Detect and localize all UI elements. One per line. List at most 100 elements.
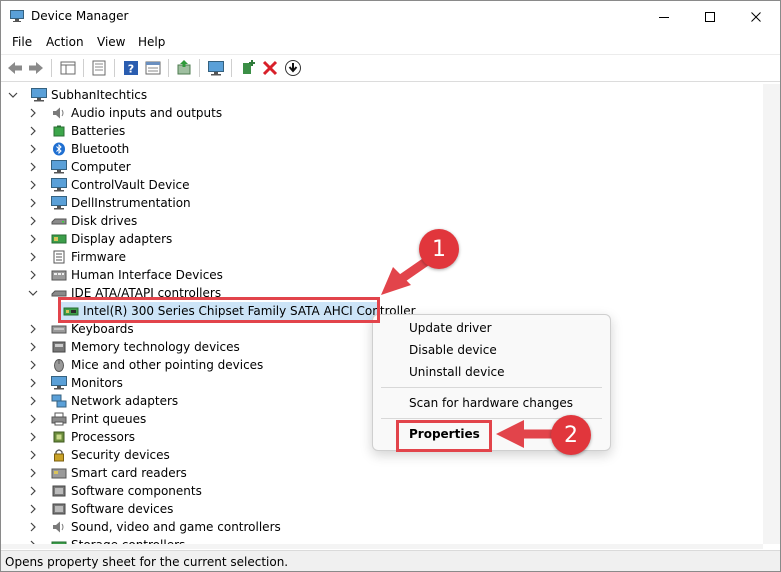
- chevron-right-icon: [30, 342, 36, 352]
- toolbar-separator: [114, 59, 115, 77]
- forward-arrow-icon[interactable]: [27, 59, 45, 77]
- toolbar-separator: [199, 59, 200, 77]
- battery-icon: [53, 125, 65, 137]
- tree-item-label: Print queues: [71, 412, 147, 426]
- menu-item-disable-device[interactable]: Disable device: [409, 343, 497, 357]
- chevron-right-icon: [30, 432, 36, 442]
- monitor-icon: [51, 196, 67, 210]
- menu-help[interactable]: Help: [138, 35, 165, 49]
- tree-item-software-devices[interactable]: Software devices: [27, 500, 173, 518]
- tree-item-sound-video[interactable]: Sound, video and game controllers: [27, 518, 281, 536]
- chevron-right-icon: [30, 468, 36, 478]
- chevron-right-icon: [30, 450, 36, 460]
- monitor-icon: [51, 376, 67, 390]
- tree-item-storage-controllers[interactable]: Storage controllers: [27, 536, 185, 544]
- menu-separator: [381, 387, 602, 388]
- vertical-scrollbar[interactable]: [763, 84, 780, 544]
- tree-item-label: Software components: [71, 484, 202, 498]
- tree-item-bluetooth[interactable]: Bluetooth: [27, 140, 129, 158]
- chevron-right-icon: [30, 486, 36, 496]
- toolbar-separator: [51, 59, 52, 77]
- tree-item-label: Bluetooth: [71, 142, 130, 156]
- minimize-button[interactable]: [641, 1, 687, 32]
- display-adapter-icon: [51, 234, 67, 244]
- chevron-right-icon: [30, 198, 36, 208]
- tree-item-label: Computer: [71, 160, 131, 174]
- tree-item-firmware[interactable]: Firmware: [27, 248, 126, 266]
- chevron-right-icon: [30, 126, 36, 136]
- tree-item-audio[interactable]: Audio inputs and outputs: [27, 104, 222, 122]
- bluetooth-icon: [53, 142, 65, 156]
- tree-item-hid[interactable]: Human Interface Devices: [27, 266, 223, 284]
- monitor-icon: [51, 178, 67, 192]
- toolbar-separator: [231, 59, 232, 77]
- tree-item-label: Software devices: [71, 502, 174, 516]
- scan-hardware-icon[interactable]: [207, 59, 225, 77]
- status-text: Opens property sheet for the current sel…: [5, 555, 289, 569]
- toolbar: ?: [1, 54, 780, 82]
- tree-item-controlvault[interactable]: ControlVault Device: [27, 176, 190, 194]
- tree-item-network-adapters[interactable]: Network adapters: [27, 392, 178, 410]
- hid-icon: [51, 270, 67, 281]
- horizontal-scrollbar[interactable]: [1, 544, 763, 549]
- chevron-right-icon: [30, 216, 36, 226]
- minimize-icon: [659, 16, 669, 18]
- menu-item-scan-hardware[interactable]: Scan for hardware changes: [409, 396, 573, 410]
- add-driver-icon[interactable]: [239, 59, 257, 77]
- tree-item-memory-tech[interactable]: Memory technology devices: [27, 338, 240, 356]
- chevron-right-icon: [30, 504, 36, 514]
- chevron-right-icon: [30, 108, 36, 118]
- tree-item-label: Audio inputs and outputs: [71, 106, 223, 120]
- printer-icon: [51, 412, 67, 426]
- step-badge-1: 1: [419, 229, 459, 269]
- network-adapter-icon: [51, 394, 67, 408]
- tree-item-disk-drives[interactable]: Disk drives: [27, 212, 137, 230]
- processor-icon: [53, 431, 65, 443]
- close-button[interactable]: [733, 1, 779, 32]
- tree-item-label: Display adapters: [71, 232, 173, 246]
- update-driver-icon[interactable]: [175, 59, 193, 77]
- menu-view[interactable]: View: [97, 35, 125, 49]
- back-arrow-icon[interactable]: [6, 59, 24, 77]
- menu-item-uninstall-device[interactable]: Uninstall device: [409, 365, 505, 379]
- properties-sheet-icon[interactable]: [90, 59, 108, 77]
- status-bar: Opens property sheet for the current sel…: [1, 550, 780, 571]
- device-manager-app-icon: [10, 10, 24, 22]
- maximize-button[interactable]: [687, 1, 733, 32]
- chevron-right-icon: [30, 414, 36, 424]
- tree-item-processors[interactable]: Processors: [27, 428, 135, 446]
- tree-item-smart-card-readers[interactable]: Smart card readers: [27, 464, 187, 482]
- speaker-icon: [53, 107, 64, 119]
- tree-item-print-queues[interactable]: Print queues: [27, 410, 146, 428]
- tree-item-mice[interactable]: Mice and other pointing devices: [27, 356, 263, 374]
- menu-item-update-driver[interactable]: Update driver: [409, 321, 492, 335]
- tree-item-batteries[interactable]: Batteries: [27, 122, 125, 140]
- uninstall-x-icon[interactable]: [261, 59, 279, 77]
- tree-item-label: Processors: [71, 430, 136, 444]
- help-icon[interactable]: ?: [122, 59, 140, 77]
- menu-file[interactable]: File: [12, 35, 32, 49]
- tree-item-computer[interactable]: Computer: [27, 158, 131, 176]
- show-hide-tree-icon[interactable]: [59, 59, 77, 77]
- maximize-icon: [705, 11, 715, 22]
- chevron-right-icon: [30, 396, 36, 406]
- tree-item-software-components[interactable]: Software components: [27, 482, 202, 500]
- chevron-right-icon: [30, 252, 36, 262]
- view-list-icon[interactable]: [144, 59, 162, 77]
- tree-item-label: Network adapters: [71, 394, 179, 408]
- chevron-right-icon: [30, 522, 36, 532]
- tree-item-display-adapters[interactable]: Display adapters: [27, 230, 172, 248]
- tree-root[interactable]: SubhanItechtics: [7, 86, 147, 104]
- software-device-icon: [52, 503, 66, 515]
- tree-item-label: Smart card readers: [71, 466, 187, 480]
- tree-item-label: ControlVault Device: [71, 178, 190, 192]
- tree-item-dellinstrumentation[interactable]: DellInstrumentation: [27, 194, 191, 212]
- tree-item-security-devices[interactable]: Security devices: [27, 446, 170, 464]
- chevron-right-icon: [30, 324, 36, 334]
- download-icon[interactable]: [284, 59, 302, 77]
- highlight-box-controller: [58, 297, 380, 323]
- keyboard-icon: [51, 325, 67, 334]
- menu-action[interactable]: Action: [46, 35, 84, 49]
- tree-item-monitors[interactable]: Monitors: [27, 374, 123, 392]
- tree-root-label: SubhanItechtics: [51, 88, 148, 102]
